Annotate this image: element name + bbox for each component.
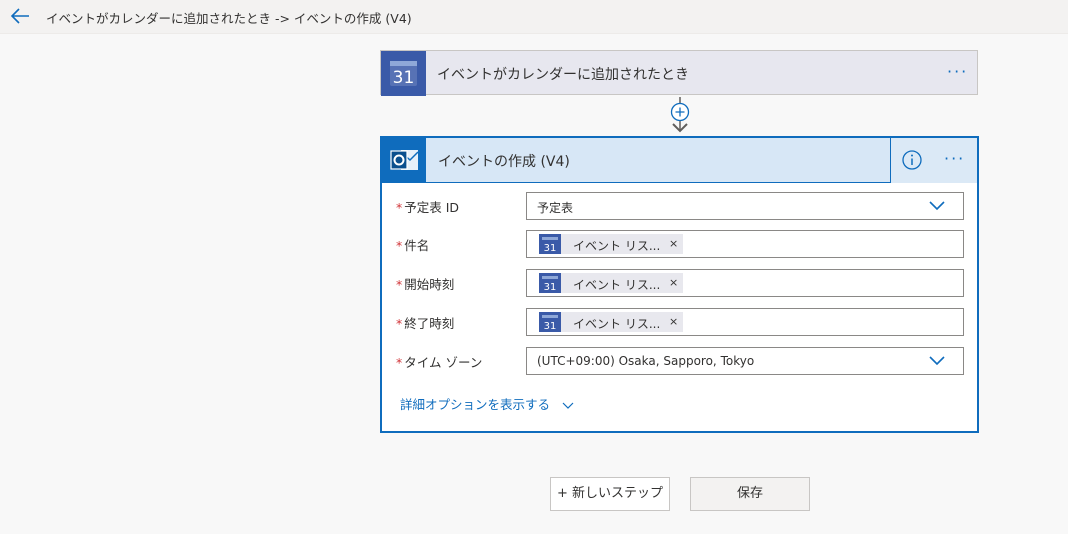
subject-token-label: イベント リス... <box>573 239 661 253</box>
google-calendar-icon: 31 <box>539 273 561 293</box>
chevron-down-icon <box>562 402 574 409</box>
start-time-token-label: イベント リス... <box>573 278 661 292</box>
time-zone-dropdown[interactable]: (UTC+09:00) Osaka, Sapporo, Tokyo <box>526 347 964 375</box>
back-arrow-icon[interactable] <box>10 7 30 25</box>
svg-text:31: 31 <box>544 282 557 293</box>
time-zone-value: (UTC+09:00) Osaka, Sapporo, Tokyo <box>537 354 755 368</box>
start-time-label: * 開始時刻 <box>396 277 455 292</box>
google-calendar-icon: 31 <box>381 51 426 96</box>
remove-token-icon[interactable]: × <box>669 237 678 250</box>
svg-text:31: 31 <box>544 243 557 254</box>
svg-text:31: 31 <box>544 321 557 332</box>
add-step-connector[interactable] <box>668 97 692 139</box>
time-zone-label: * タイム ゾーン <box>396 355 483 370</box>
save-button[interactable]: 保存 <box>690 477 810 511</box>
start-time-token[interactable]: 31 イベント リス... × <box>539 273 683 293</box>
action-header-title-area[interactable]: イベントの作成 (V4) <box>382 138 891 183</box>
action-title: イベントの作成 (V4) <box>438 154 570 170</box>
remove-token-icon[interactable]: × <box>669 315 678 328</box>
calendar-id-value: 予定表 <box>537 201 574 215</box>
google-calendar-icon: 31 <box>539 234 561 254</box>
trigger-icon-day: 31 <box>393 68 415 88</box>
calendar-id-dropdown[interactable]: 予定表 <box>526 192 964 220</box>
subject-label: * 件名 <box>396 238 430 253</box>
calendar-id-label: * 予定表 ID <box>396 200 460 215</box>
subject-field[interactable]: 31 イベント リス... × <box>526 230 964 258</box>
top-bar: イベントがカレンダーに追加されたとき -> イベントの作成 (V4) <box>0 0 1068 34</box>
chevron-down-icon[interactable] <box>929 356 945 366</box>
start-time-field[interactable]: 31 イベント リス... × <box>526 269 964 297</box>
show-advanced-options-link[interactable]: 詳細オプションを表示する <box>400 394 574 413</box>
google-calendar-icon: 31 <box>539 312 561 332</box>
action-header: イベントの作成 (V4) ··· <box>382 138 977 183</box>
trigger-title: イベントがカレンダーに追加されたとき <box>437 67 689 83</box>
info-icon[interactable] <box>902 150 922 170</box>
action-card: イベントの作成 (V4) ··· * 予定表 ID 予定表 * 件名 31 イベント… <box>380 136 979 433</box>
subject-token[interactable]: 31 イベント リス... × <box>539 234 683 254</box>
trigger-more-button[interactable]: ··· <box>947 64 968 80</box>
chevron-down-icon[interactable] <box>929 201 945 211</box>
new-step-button[interactable]: + 新しいステップ <box>550 477 670 511</box>
end-time-token[interactable]: 31 イベント リス... × <box>539 312 683 332</box>
remove-token-icon[interactable]: × <box>669 276 678 289</box>
end-time-label: * 終了時刻 <box>396 316 455 331</box>
trigger-card[interactable]: 31 イベントがカレンダーに追加されたとき ··· <box>380 50 978 96</box>
action-more-button[interactable]: ··· <box>944 151 965 167</box>
breadcrumb: イベントがカレンダーに追加されたとき -> イベントの作成 (V4) <box>46 11 412 26</box>
end-time-field[interactable]: 31 イベント リス... × <box>526 308 964 336</box>
outlook-icon <box>382 138 426 182</box>
end-time-token-label: イベント リス... <box>573 317 661 331</box>
